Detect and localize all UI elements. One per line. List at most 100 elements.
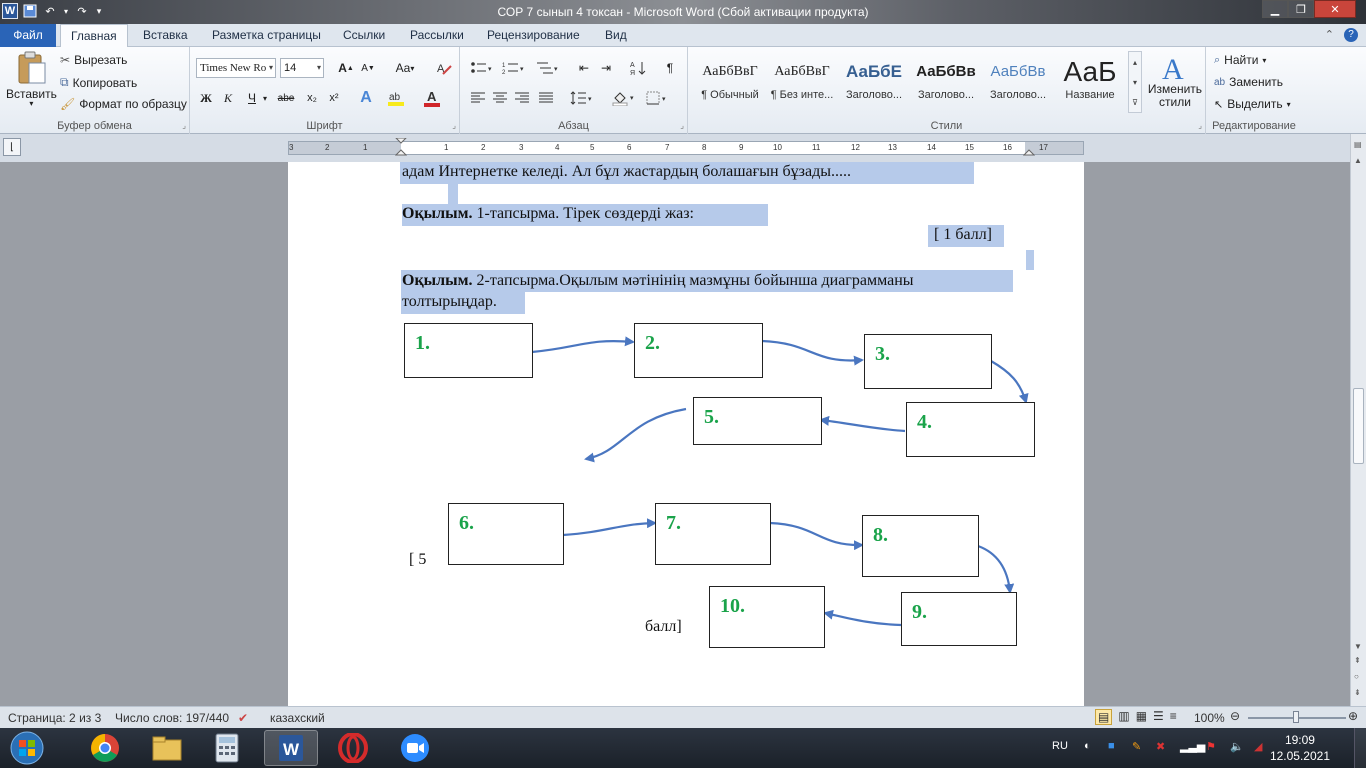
change-case-button[interactable]: Aa ▾ — [392, 58, 418, 78]
find-button[interactable]: ⌕ Найти ▾ — [1214, 53, 1266, 67]
style-no-spacing[interactable]: АаБбВвГ ¶ Без инте... — [766, 55, 838, 113]
italic-button[interactable]: К — [218, 88, 238, 108]
cut-button[interactable]: ✂ Вырезать — [60, 53, 127, 67]
tray-tool-icon[interactable]: ✎ — [1132, 740, 1141, 753]
style-normal[interactable]: АаБбВвГ ¶ Обычный — [694, 55, 766, 113]
shrink-font-button[interactable]: A ▼ — [358, 58, 378, 78]
justify-icon[interactable] — [536, 88, 556, 108]
zoom-level[interactable]: 100% — [1194, 711, 1225, 725]
replace-button[interactable]: ab Заменить — [1214, 75, 1283, 89]
right-indent-marker-icon[interactable] — [1023, 146, 1035, 158]
scroll-down-icon[interactable]: ▼ — [1354, 642, 1362, 651]
select-button[interactable]: ↖ Выделить ▾ — [1214, 97, 1291, 111]
style-title[interactable]: АаБ Название — [1054, 55, 1126, 113]
proofing-icon[interactable]: ✔ — [238, 711, 248, 725]
styles-scroll[interactable]: ▴ ▾ ⊽ — [1128, 51, 1142, 113]
minimize-button[interactable]: ▁ — [1262, 0, 1288, 18]
superscript-button[interactable]: x² — [324, 88, 344, 108]
full-screen-reading-icon[interactable]: ▥ — [1118, 709, 1129, 725]
ruler-toggle-icon[interactable]: ▤ — [1354, 140, 1362, 149]
zoom-taskbar-button[interactable] — [388, 730, 442, 766]
styles-dialog-launcher-icon[interactable]: ⌟ — [1198, 121, 1202, 130]
align-left-icon[interactable] — [468, 88, 488, 108]
style-heading-1[interactable]: АаБбЕ Заголово... — [838, 55, 910, 113]
format-painter-button[interactable]: 🖌 Формат по образцу — [60, 97, 187, 111]
tab-review[interactable]: Рецензирование — [477, 24, 590, 47]
word-taskbar-button[interactable]: W — [264, 730, 318, 766]
scroll-thumb[interactable] — [1353, 388, 1364, 464]
clear-formatting-icon[interactable]: A — [434, 58, 454, 78]
subscript-button[interactable]: x₂ — [302, 88, 322, 108]
indent-marker-icon[interactable] — [395, 138, 407, 160]
calculator-taskbar-button[interactable] — [200, 730, 254, 766]
bullets-icon[interactable]: ▾ — [468, 58, 496, 78]
font-color-icon[interactable]: A — [422, 88, 442, 108]
line-spacing-icon[interactable]: ▾ — [568, 88, 596, 108]
borders-icon[interactable]: ▾ — [644, 88, 672, 108]
tab-view[interactable]: Вид — [595, 24, 637, 47]
style-heading-3[interactable]: АаБбВв Заголово... — [982, 55, 1054, 113]
tab-home[interactable]: Главная — [60, 24, 128, 48]
word-count[interactable]: Число слов: 197/440 — [115, 711, 229, 725]
numbering-icon[interactable]: 1 2 ▾ — [500, 58, 528, 78]
underline-dropdown-icon[interactable]: ▾ — [260, 88, 270, 108]
grow-font-button[interactable]: A ▲ — [336, 58, 356, 78]
copy-button[interactable]: ⧉ Копировать — [60, 75, 137, 90]
print-layout-icon[interactable]: ▤ — [1095, 709, 1113, 725]
tab-page-layout[interactable]: Разметка страницы — [202, 24, 331, 47]
tab-selector-icon[interactable]: ⌊ — [3, 138, 21, 156]
align-center-icon[interactable] — [490, 88, 510, 108]
strikethrough-button[interactable]: abe — [274, 88, 298, 108]
increase-indent-icon[interactable]: ⇥ — [596, 58, 616, 78]
zoom-slider-thumb[interactable] — [1293, 711, 1299, 723]
outline-icon[interactable]: ☰ — [1153, 709, 1164, 725]
vertical-scrollbar[interactable]: ▤ ▲ ▼ ⇞ ○ ⇟ — [1350, 134, 1366, 706]
style-heading-2[interactable]: АаБбВв Заголово... — [910, 55, 982, 113]
underline-button[interactable]: Ч — [242, 88, 262, 108]
multilevel-list-icon[interactable]: ▾ — [534, 58, 562, 78]
show-desktop-button[interactable] — [1354, 728, 1366, 768]
input-language[interactable]: RU — [1052, 740, 1068, 752]
opera-taskbar-button[interactable] — [326, 730, 380, 766]
web-layout-icon[interactable]: ▦ — [1136, 709, 1147, 725]
bold-button[interactable]: Ж — [196, 88, 216, 108]
page-count[interactable]: Страница: 2 из 3 — [8, 711, 101, 725]
font-size-box[interactable]: 14 ▾ — [280, 58, 324, 78]
previous-page-icon[interactable]: ⇞ — [1354, 656, 1361, 665]
zoom-out-icon[interactable]: ⊖ — [1230, 709, 1240, 723]
decrease-indent-icon[interactable]: ⇤ — [574, 58, 594, 78]
signal-icon[interactable]: ▂▃▅ — [1180, 740, 1205, 753]
sort-icon[interactable]: АЯ — [628, 58, 648, 78]
draft-icon[interactable]: ≡ — [1170, 709, 1177, 725]
align-right-icon[interactable] — [512, 88, 532, 108]
tray-app-icon[interactable]: ◐ — [1084, 740, 1091, 752]
shading-icon[interactable]: ▾ — [610, 88, 638, 108]
tray-antivirus-icon[interactable]: ✖ — [1156, 740, 1165, 753]
highlight-icon[interactable]: ab — [386, 88, 406, 108]
chrome-taskbar-button[interactable] — [78, 730, 132, 766]
clock[interactable]: 19:09 12.05.2021 — [1270, 732, 1330, 764]
minimize-ribbon-icon[interactable]: ⌃ — [1325, 28, 1334, 42]
font-dialog-launcher-icon[interactable]: ⌟ — [452, 121, 456, 130]
show-marks-button[interactable]: ¶ — [660, 58, 680, 78]
change-styles-button[interactable]: A Изменить стили — [1146, 53, 1204, 109]
zoom-tray-icon[interactable]: ■ — [1108, 740, 1115, 752]
volume-icon[interactable]: 🔈 — [1230, 740, 1244, 753]
document-page[interactable]: адам Интернетке келеді. Ал бұл жастардың… — [288, 162, 1084, 706]
horizontal-ruler[interactable]: 3 2 1 1 2 3 4 5 6 7 8 9 10 11 12 13 14 1… — [288, 138, 1084, 158]
next-page-icon[interactable]: ⇟ — [1354, 688, 1361, 697]
explorer-taskbar-button[interactable] — [140, 730, 194, 766]
tab-mailings[interactable]: Рассылки — [400, 24, 474, 47]
dialog-launcher-icon[interactable]: ⌟ — [182, 121, 186, 130]
browse-object-icon[interactable]: ○ — [1354, 672, 1359, 681]
paragraph-dialog-launcher-icon[interactable]: ⌟ — [680, 121, 684, 130]
tab-file[interactable]: Файл — [0, 24, 56, 47]
text-effects-icon[interactable]: A — [356, 88, 376, 108]
zoom-in-icon[interactable]: ⊕ — [1348, 709, 1358, 723]
maximize-button[interactable]: ❐ — [1288, 0, 1314, 18]
font-name-box[interactable]: Times New Ro ▾ — [196, 58, 276, 78]
close-button[interactable]: ✕ — [1314, 0, 1356, 18]
paste-button[interactable]: Вставить ▾ — [6, 51, 57, 108]
scroll-up-icon[interactable]: ▲ — [1354, 156, 1362, 165]
tab-references[interactable]: Ссылки — [333, 24, 395, 47]
